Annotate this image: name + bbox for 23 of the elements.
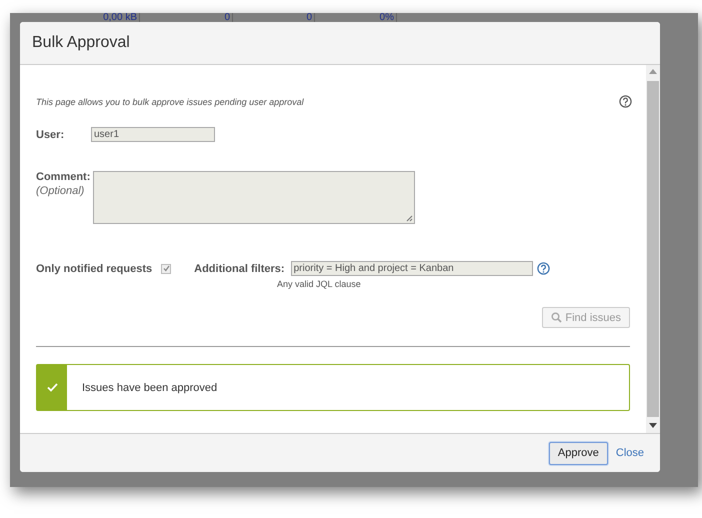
check-icon [46, 383, 58, 392]
filters-label: Additional filters: [194, 262, 285, 274]
comment-field[interactable] [93, 171, 415, 224]
checkbox[interactable] [161, 264, 172, 274]
message-text: Issues have been approved [82, 382, 218, 394]
user-field[interactable]: user1 [91, 127, 215, 142]
help-icon[interactable] [619, 95, 632, 108]
help-icon[interactable] [536, 262, 550, 275]
only-notified-label: Only notified requests [36, 262, 152, 274]
scroll-down-icon[interactable] [649, 423, 657, 429]
scroll-up-icon[interactable] [649, 69, 657, 75]
close-link[interactable]: Close [616, 447, 644, 459]
approve-button[interactable]: Approve [548, 442, 608, 464]
filters-help: Any valid JQL clause [277, 279, 362, 289]
filters-field[interactable]: priority = High and project = Kanban [290, 261, 533, 276]
description: This page allows you to bulk approve issues pending user approval [36, 97, 304, 107]
comment-label: Comment: [36, 171, 92, 183]
user-label: User: [36, 128, 66, 140]
scrollbar[interactable] [646, 65, 660, 433]
optional-hint: (Optional) [36, 185, 86, 197]
resize-grip-icon[interactable] [406, 215, 413, 222]
dialog-title: Bulk Approval [20, 22, 660, 65]
search-icon [551, 312, 562, 323]
